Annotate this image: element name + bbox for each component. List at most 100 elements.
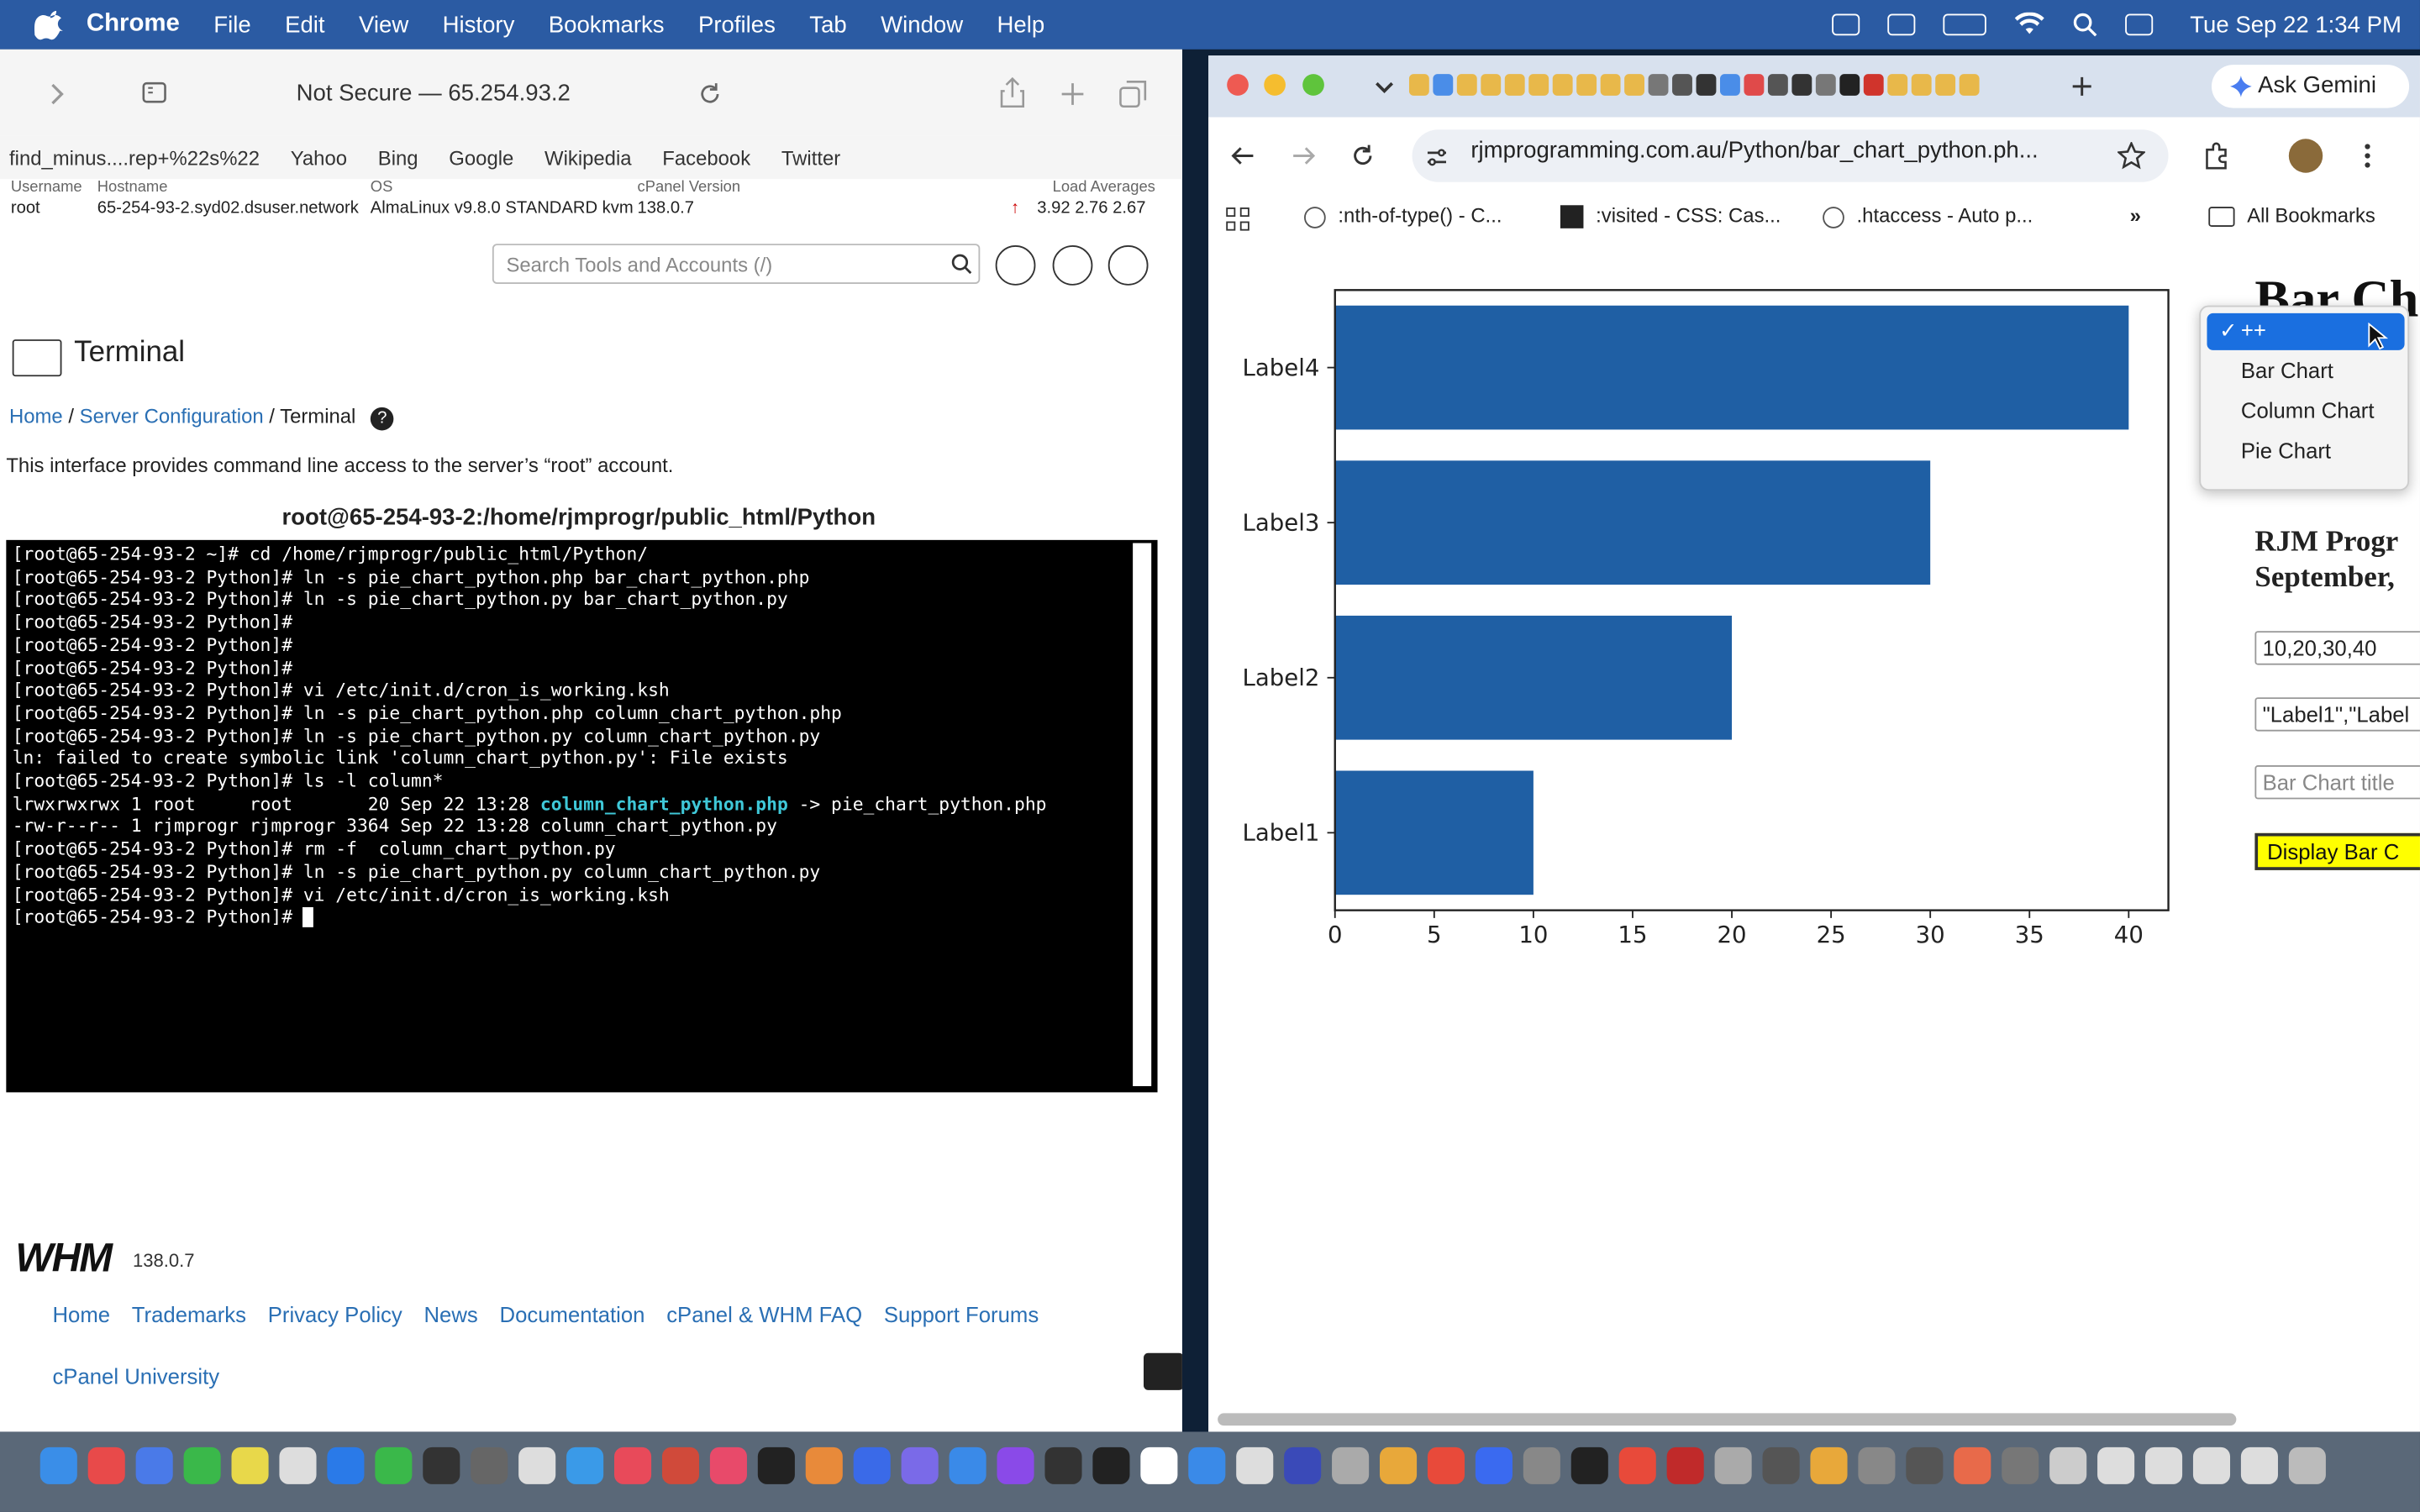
dock-app-icon[interactable] bbox=[1332, 1446, 1370, 1484]
extensions-icon[interactable] bbox=[2202, 142, 2230, 170]
dock-app-icon[interactable] bbox=[327, 1446, 365, 1484]
apple-icon[interactable] bbox=[34, 9, 65, 40]
forward-icon[interactable] bbox=[1292, 144, 1316, 168]
dock-app-icon[interactable] bbox=[1140, 1446, 1178, 1484]
dropdown-option-bar-chart[interactable]: Bar Chart bbox=[2207, 354, 2404, 391]
bookmark-htaccess[interactable]: .htaccess - Auto p... bbox=[1857, 203, 2033, 227]
pinned-tab-favicon[interactable] bbox=[1744, 74, 1765, 96]
breadcrumb-home[interactable]: Home bbox=[9, 404, 63, 428]
pinned-tab-favicon[interactable] bbox=[1767, 74, 1788, 96]
dock-app-icon[interactable] bbox=[135, 1446, 173, 1484]
dropdown-option-pie-chart[interactable]: Pie Chart bbox=[2207, 433, 2404, 470]
favorite-google[interactable]: Google bbox=[449, 146, 513, 170]
pinned-tab-favicon[interactable] bbox=[1552, 74, 1573, 96]
labels-input[interactable]: "Label1","Label bbox=[2254, 697, 2420, 732]
pinned-tab-favicon[interactable] bbox=[1887, 74, 1908, 96]
menu-file[interactable]: File bbox=[213, 12, 250, 38]
menu-window[interactable]: Window bbox=[881, 12, 963, 38]
footer-documentation-link[interactable]: Documentation bbox=[500, 1302, 645, 1326]
zoom-window-icon[interactable] bbox=[1302, 74, 1324, 96]
footer-trademarks-link[interactable]: Trademarks bbox=[132, 1302, 246, 1326]
favorite-wikipedia[interactable]: Wikipedia bbox=[544, 146, 632, 170]
dock-app-icon[interactable] bbox=[1380, 1446, 1418, 1484]
dock-app-icon[interactable] bbox=[2288, 1446, 2326, 1484]
dock-app-icon[interactable] bbox=[2240, 1446, 2278, 1484]
pinned-tab-favicon[interactable] bbox=[1935, 74, 1956, 96]
pinned-tab-favicon[interactable] bbox=[1456, 74, 1477, 96]
dropdown-option-column-chart[interactable]: Column Chart bbox=[2207, 393, 2404, 430]
search-tools-input[interactable]: Search Tools and Accounts (/) bbox=[492, 244, 981, 284]
dock-app-icon[interactable] bbox=[901, 1446, 939, 1484]
footer-cpanel-university-link[interactable]: cPanel University bbox=[52, 1364, 219, 1389]
menu-help[interactable]: Help bbox=[997, 12, 1045, 38]
back-icon[interactable] bbox=[1230, 144, 1255, 168]
analytics-chart-icon[interactable] bbox=[1143, 1352, 1182, 1390]
dock-app-icon[interactable] bbox=[2097, 1446, 2135, 1484]
footer-privacy-link[interactable]: Privacy Policy bbox=[268, 1302, 402, 1326]
pinned-tab-favicon[interactable] bbox=[1863, 74, 1884, 96]
pinned-tab-favicon[interactable] bbox=[1815, 74, 1836, 96]
share-icon[interactable] bbox=[1000, 76, 1025, 108]
chart-type-dropdown[interactable]: ✓ ++ Bar Chart Column Chart Pie Chart bbox=[2199, 305, 2410, 491]
dock-app-icon[interactable] bbox=[1954, 1446, 1991, 1484]
dock-app-icon[interactable] bbox=[2192, 1446, 2231, 1484]
menu-edit[interactable]: Edit bbox=[285, 12, 324, 38]
dock-app-icon[interactable] bbox=[1092, 1446, 1130, 1484]
spotlight-search-icon[interactable] bbox=[2073, 13, 2097, 37]
dock-app-icon[interactable] bbox=[853, 1446, 891, 1484]
pinned-tab-favicon[interactable] bbox=[1600, 74, 1621, 96]
dock-app-icon[interactable] bbox=[1523, 1446, 1560, 1484]
reload-icon[interactable] bbox=[697, 81, 722, 106]
user-account-icon[interactable] bbox=[1107, 245, 1149, 286]
menu-profiles[interactable]: Profiles bbox=[698, 12, 776, 38]
pinned-tab-favicon[interactable] bbox=[1648, 74, 1669, 96]
footer-faq-link[interactable]: cPanel & WHM FAQ bbox=[666, 1302, 862, 1326]
dock-app-icon[interactable] bbox=[1858, 1446, 1896, 1484]
pinned-tab-favicon[interactable] bbox=[1959, 74, 1980, 96]
dock-app-icon[interactable] bbox=[87, 1446, 125, 1484]
sidebar-icon[interactable] bbox=[142, 81, 166, 103]
alert-off-icon[interactable] bbox=[1052, 245, 1093, 286]
search-icon[interactable] bbox=[950, 253, 972, 275]
dock-app-icon[interactable] bbox=[1284, 1446, 1322, 1484]
bookmark-star-icon[interactable] bbox=[2117, 141, 2146, 170]
dock-app-icon[interactable] bbox=[1666, 1446, 1704, 1484]
menu-view[interactable]: View bbox=[359, 12, 408, 38]
dock-app-icon[interactable] bbox=[1044, 1446, 1082, 1484]
dock-app-icon[interactable] bbox=[1427, 1446, 1465, 1484]
dock-app-icon[interactable] bbox=[1762, 1446, 1800, 1484]
pinned-tab-favicon[interactable] bbox=[1624, 74, 1645, 96]
apps-grid-icon[interactable] bbox=[1225, 207, 1249, 231]
pinned-tab-favicon[interactable] bbox=[1408, 74, 1429, 96]
dock-app-icon[interactable] bbox=[471, 1446, 508, 1484]
dock-app-icon[interactable] bbox=[1236, 1446, 1274, 1484]
favorite-yahoo[interactable]: Yahoo bbox=[291, 146, 347, 170]
dock-app-icon[interactable] bbox=[518, 1446, 556, 1484]
pinned-tab-favicon[interactable] bbox=[1481, 74, 1502, 96]
new-tab-icon[interactable] bbox=[1060, 81, 1085, 106]
values-input[interactable]: 10,20,30,40 bbox=[2254, 631, 2420, 665]
dock-app-icon[interactable] bbox=[1570, 1446, 1608, 1484]
dock-app-icon[interactable] bbox=[709, 1446, 747, 1484]
pinned-tabs-strip[interactable] bbox=[1408, 68, 1996, 105]
dock-app-icon[interactable] bbox=[1618, 1446, 1656, 1484]
footer-news-link[interactable]: News bbox=[424, 1302, 477, 1326]
dock-app-icon[interactable] bbox=[1906, 1446, 1944, 1484]
dock-app-icon[interactable] bbox=[423, 1446, 460, 1484]
dock-app-icon[interactable] bbox=[183, 1446, 221, 1484]
dock-app-icon[interactable] bbox=[997, 1446, 1034, 1484]
footer-home-link[interactable]: Home bbox=[52, 1302, 110, 1326]
dock-app-icon[interactable] bbox=[566, 1446, 604, 1484]
chrome-menu-icon[interactable] bbox=[2363, 142, 2372, 170]
breadcrumb-server-configuration[interactable]: Server Configuration bbox=[80, 404, 264, 428]
dock-app-icon[interactable] bbox=[805, 1446, 843, 1484]
dock-app-icon[interactable] bbox=[279, 1446, 317, 1484]
dock-app-icon[interactable] bbox=[1810, 1446, 1848, 1484]
dock-app-icon[interactable] bbox=[2049, 1446, 2087, 1484]
dock-app-icon[interactable] bbox=[231, 1446, 269, 1484]
pinned-tab-favicon[interactable] bbox=[1672, 74, 1692, 96]
help-icon[interactable]: ? bbox=[371, 407, 394, 431]
reload-icon[interactable] bbox=[1350, 144, 1375, 168]
bookmark-visited-css[interactable]: :visited - CSS: Cas... bbox=[1596, 203, 1781, 227]
pinned-tab-favicon[interactable] bbox=[1839, 74, 1860, 96]
